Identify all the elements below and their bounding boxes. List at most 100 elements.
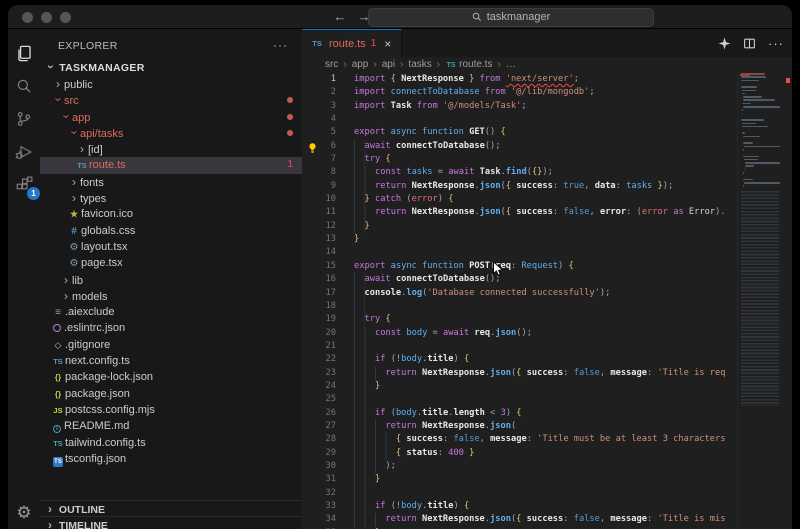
line-number: 27: [302, 420, 336, 433]
exclude-list-icon: ≡: [52, 305, 64, 321]
tree-item-label: page.tsx: [81, 257, 123, 269]
problem-count-badge: 1: [287, 157, 293, 173]
tree-item-label: layout.tsx: [81, 241, 127, 253]
line-number: 23: [302, 367, 336, 380]
explorer-icon[interactable]: [12, 41, 36, 65]
tree-item-globals-css[interactable]: #globals.css: [40, 223, 302, 239]
chevron-right-icon: ›: [68, 190, 80, 206]
project-root-row[interactable]: › TASKMANAGER: [40, 59, 302, 76]
line-number: 14: [302, 246, 336, 259]
overview-error-marker: [786, 78, 790, 83]
history-back-icon[interactable]: ←: [330, 8, 350, 26]
code-line: 19try {: [302, 313, 737, 326]
breadcrumb-item[interactable]: api: [382, 59, 395, 70]
run-debug-icon[interactable]: [12, 140, 36, 164]
code-line: 34return NextResponse.json({ success: fa…: [302, 513, 737, 526]
code-line: 30);: [302, 460, 737, 473]
settings-gear-icon[interactable]: ⚙: [8, 503, 40, 523]
code-line: 10} catch (error) {: [302, 193, 737, 206]
code-line: 31}: [302, 473, 737, 486]
tree-item-route-ts[interactable]: TSroute.ts1: [40, 157, 302, 173]
timeline-section[interactable]: › TIMELINE: [40, 516, 302, 529]
line-number: 9: [302, 180, 336, 193]
tree-item-models[interactable]: ›models: [40, 288, 302, 304]
tree-item--aiexclude[interactable]: ≡.aiexclude: [40, 304, 302, 320]
tree-item-types[interactable]: ›types: [40, 190, 302, 206]
activity-bar: 1 ⚙: [8, 29, 40, 529]
code-line: 3import Task from '@/models/Task';: [302, 100, 737, 113]
outline-section[interactable]: › OUTLINE: [40, 500, 302, 516]
tree-item-public[interactable]: ›public: [40, 76, 302, 92]
line-number: 22: [302, 353, 336, 366]
tree-item-label: public: [64, 79, 93, 91]
command-center-search[interactable]: taskmanager: [368, 8, 654, 27]
tree-item-label: tsconfig.json: [65, 453, 126, 465]
tree-item-postcss-config-mjs[interactable]: JSpostcss.config.mjs: [40, 402, 302, 418]
more-actions-icon[interactable]: ···: [768, 36, 784, 51]
chevron-right-icon: ›: [68, 174, 80, 190]
tree-item-tsconfig-json[interactable]: TStsconfig.json: [40, 451, 302, 467]
breadcrumb-item[interactable]: …: [506, 59, 516, 70]
search-sidebar-icon[interactable]: [12, 74, 36, 98]
tree-item--id-[interactable]: ›[id]: [40, 141, 302, 157]
tab-close-icon[interactable]: ×: [384, 37, 391, 51]
tree-item-api-tasks[interactable]: ›api/tasks: [40, 125, 302, 141]
chevron-down-icon: ›: [42, 61, 59, 73]
react-tsx-icon: ⚙: [68, 240, 80, 256]
extensions-badge: 1: [27, 187, 40, 200]
tree-item-layout-tsx[interactable]: ⚙layout.tsx: [40, 239, 302, 255]
breadcrumb-item[interactable]: route.ts: [459, 59, 492, 70]
code-line: 23return NextResponse.json({ success: fa…: [302, 367, 737, 380]
tree-item-label: package.json: [65, 388, 130, 400]
line-number: 25: [302, 393, 336, 406]
tree-item-fonts[interactable]: ›fonts: [40, 174, 302, 190]
minimap[interactable]: [737, 73, 783, 529]
search-icon: [472, 12, 482, 22]
react-tsx-icon: ⚙: [68, 256, 80, 272]
breadcrumb-item[interactable]: src: [325, 59, 338, 70]
code-line: 20const body = await req.json();: [302, 327, 737, 340]
extensions-icon[interactable]: 1: [12, 173, 36, 197]
line-number: 6: [302, 140, 336, 153]
tab-route-ts[interactable]: TS route.ts 1 ×: [302, 29, 402, 57]
breadcrumb-item[interactable]: app: [352, 59, 369, 70]
sidebar-more-actions-icon[interactable]: ···: [273, 35, 288, 57]
line-number: 28: [302, 433, 336, 446]
tree-item-src[interactable]: ›src: [40, 92, 302, 108]
breadcrumb-separator: ›: [373, 59, 376, 70]
traffic-light-zoom[interactable]: [60, 12, 71, 23]
code-line: 33if (!body.title) {: [302, 500, 737, 513]
tree-item-tailwind-config-ts[interactable]: TStailwind.config.ts: [40, 435, 302, 451]
split-editor-icon[interactable]: [743, 37, 756, 50]
tree-item-app[interactable]: ›app: [40, 109, 302, 125]
line-number: 20: [302, 327, 336, 340]
tree-item-package-json[interactable]: {}package.json: [40, 386, 302, 402]
copilot-sparkle-icon[interactable]: [718, 37, 731, 50]
code-line: 15export async function POST(req: Reques…: [302, 260, 737, 273]
tree-item-readme-md[interactable]: iREADME.md: [40, 418, 302, 434]
overview-ruler[interactable]: [783, 73, 792, 529]
tree-item-page-tsx[interactable]: ⚙page.tsx: [40, 255, 302, 271]
editor-tab-bar: TS route.ts 1 × ···: [302, 29, 792, 57]
tree-item-next-config-ts[interactable]: TSnext.config.ts: [40, 353, 302, 369]
tree-item--gitignore[interactable]: ◇.gitignore: [40, 337, 302, 353]
source-control-icon[interactable]: [12, 107, 36, 131]
chevron-right-icon: ›: [44, 517, 56, 529]
breadcrumb-separator: ›: [400, 59, 403, 70]
javascript-icon: JS: [52, 403, 64, 419]
tree-item-favicon-ico[interactable]: ★favicon.ico: [40, 206, 302, 222]
title-bar: ← → taskmanager: [8, 5, 792, 29]
breadcrumb-item[interactable]: tasks: [408, 59, 431, 70]
tree-item-package-lock-json[interactable]: {}package-lock.json: [40, 369, 302, 385]
code-line: 13}: [302, 233, 737, 246]
tree-item--eslintrc-json[interactable]: .eslintrc.json: [40, 320, 302, 336]
tree-item-label: README.md: [64, 420, 129, 432]
project-root-label: TASKMANAGER: [59, 62, 144, 74]
traffic-light-close[interactable]: [22, 12, 33, 23]
line-number: 2: [302, 86, 336, 99]
line-number: 30: [302, 460, 336, 473]
code-line: 8const tasks = await Task.find({});: [302, 166, 737, 179]
traffic-light-minimize[interactable]: [41, 12, 52, 23]
tree-item-lib[interactable]: ›lib: [40, 272, 302, 288]
code-editor[interactable]: 1import { NextResponse } from 'next/serv…: [302, 73, 792, 529]
